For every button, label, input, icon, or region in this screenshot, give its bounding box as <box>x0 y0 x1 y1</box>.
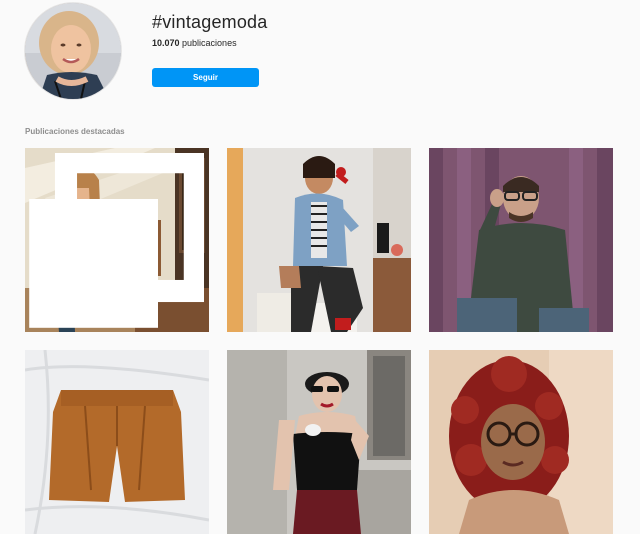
hashtag-avatar <box>25 3 121 99</box>
top-posts-grid <box>25 148 613 534</box>
post-count-suffix: publicaciones <box>179 38 237 48</box>
post-image <box>429 350 613 534</box>
follow-button[interactable]: Seguir <box>152 68 259 87</box>
avatar-image <box>25 3 121 99</box>
post-thumbnail[interactable] <box>25 350 209 534</box>
post-count-number: 10.070 <box>152 38 180 48</box>
post-image <box>227 350 411 534</box>
post-thumbnail[interactable] <box>227 350 411 534</box>
post-thumbnail[interactable] <box>429 350 613 534</box>
multiple-photos-icon <box>29 153 204 328</box>
hashtag-title: #vintagemoda <box>152 12 268 32</box>
post-image <box>227 148 411 332</box>
post-thumbnail[interactable] <box>25 148 209 332</box>
post-thumbnail[interactable] <box>429 148 613 332</box>
post-image <box>25 350 209 534</box>
post-count: 10.070 publicaciones <box>152 38 237 48</box>
post-thumbnail[interactable] <box>227 148 411 332</box>
post-image <box>429 148 613 332</box>
top-posts-label: Publicaciones destacadas <box>25 127 125 136</box>
